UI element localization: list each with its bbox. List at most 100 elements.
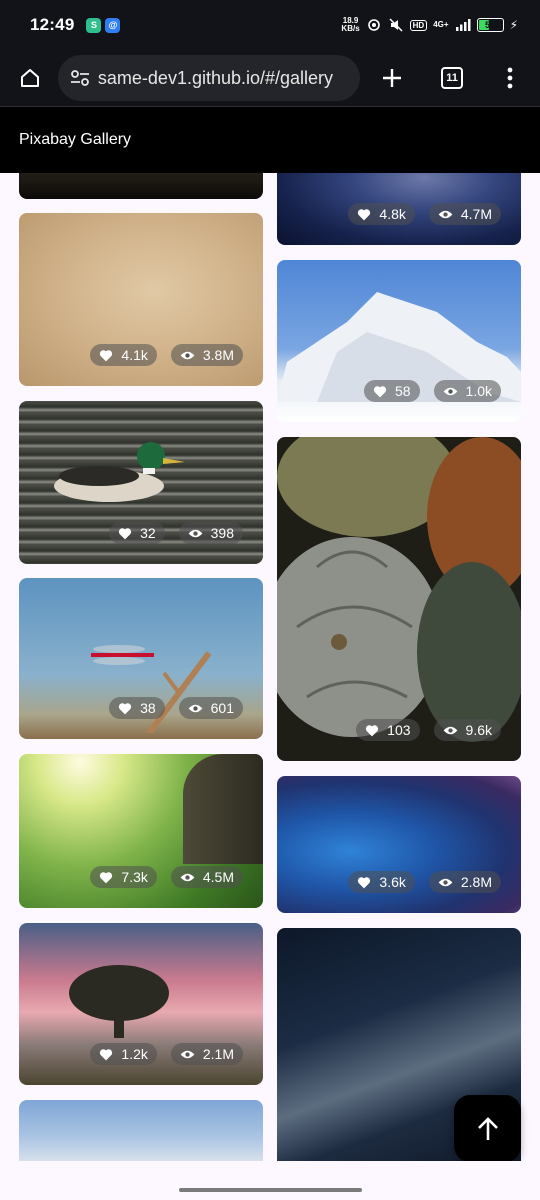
mute-icon (389, 18, 403, 32)
notification-icons: S @ (86, 17, 121, 33)
scroll-to-top-button[interactable] (454, 1095, 521, 1162)
likes-count: 4.1k (121, 347, 148, 363)
views-badge: 4.7M (428, 203, 501, 225)
likes-count: 3.6k (379, 874, 406, 890)
image-stats: 1.2k 2.1M (90, 1043, 243, 1065)
image-stats: 32 398 (109, 522, 243, 544)
system-nav-area (0, 1161, 540, 1200)
more-vert-icon (507, 67, 513, 89)
pumpkins-illustration (277, 437, 521, 742)
heart-icon (118, 702, 132, 714)
gallery-card-mallard-duck[interactable]: 32 398 (19, 401, 263, 564)
gallery-card-starry-sky[interactable]: 4.8k 4.7M (277, 173, 521, 245)
views-count: 4.7M (460, 206, 492, 222)
page-title: Pixabay Gallery (19, 131, 132, 148)
duck-illustration (54, 442, 185, 502)
status-bar: 12:49 S @ 18.9 KB/s HD 4G+ 51 ⚡ (0, 0, 540, 50)
home-button[interactable] (10, 58, 50, 98)
eye-icon (438, 878, 453, 886)
views-badge: 4.5M (170, 866, 243, 888)
image-stats: 7.3k 4.5M (90, 866, 243, 888)
image-stats: 3.6k 2.8M (348, 871, 501, 893)
battery-level: 51 (485, 20, 496, 30)
image-gallery[interactable]: 4.1k 3.8M 32 398 38 601 7.3k 4.5M 1.2k 2… (0, 173, 540, 1161)
app-notification-icon: S (86, 17, 102, 33)
likes-count: 38 (140, 700, 156, 716)
tab-switcher-button[interactable]: 11 (432, 58, 472, 98)
gallery-card-snowy-trees[interactable]: 58 1.0k (277, 260, 521, 422)
image-stats: 38 601 (109, 697, 243, 719)
tree-illustration (69, 965, 169, 1038)
hotspot-icon (367, 19, 380, 31)
views-badge: 9.6k (433, 719, 501, 741)
views-badge: 3.8M (170, 344, 243, 366)
views-count: 398 (210, 525, 234, 541)
heart-icon (100, 349, 113, 361)
photo (19, 173, 263, 199)
address-bar[interactable]: same-dev1.github.io/#/gallery (57, 55, 361, 101)
views-badge: 601 (178, 697, 243, 719)
hd-badge: HD (409, 19, 428, 31)
likes-count: 103 (387, 722, 411, 738)
signal-icon (455, 19, 471, 31)
heart-icon (100, 871, 113, 883)
heart-icon (373, 385, 387, 397)
image-stats: 4.1k 3.8M (90, 344, 243, 366)
arrow-up-icon (477, 1116, 498, 1140)
likes-count: 4.8k (379, 206, 406, 222)
chat-notification-icon: @ (105, 17, 121, 33)
likes-badge: 3.6k (348, 871, 415, 893)
views-badge: 398 (178, 522, 243, 544)
views-count: 601 (210, 700, 234, 716)
heart-icon (358, 876, 371, 888)
battery-icon: 51 (476, 18, 504, 32)
views-count: 4.5M (202, 869, 234, 885)
plus-icon (383, 69, 402, 87)
heart-icon (358, 208, 371, 220)
gallery-card-parchment-texture[interactable]: 4.1k 3.8M (19, 213, 263, 386)
photo (19, 1100, 263, 1161)
eye-icon (180, 351, 195, 359)
likes-badge: 1.2k (90, 1043, 157, 1065)
image-stats: 103 9.6k (356, 719, 501, 741)
likes-badge: 4.1k (90, 344, 157, 366)
views-count: 9.6k (465, 722, 492, 738)
views-count: 2.1M (202, 1046, 234, 1062)
tab-count: 11 (441, 67, 464, 89)
browser-menu-button[interactable] (490, 58, 530, 98)
gallery-card-sunny-meadow[interactable]: 7.3k 4.5M (19, 754, 263, 908)
status-time: 12:49 (30, 15, 75, 34)
likes-count: 32 (140, 525, 156, 541)
gallery-card-winter-landscape[interactable] (19, 1100, 263, 1161)
gallery-card-lone-tree-sunset[interactable]: 1.2k 2.1M (19, 923, 263, 1085)
views-count: 2.8M (460, 874, 492, 890)
heart-icon (118, 527, 132, 539)
gallery-card-dark-landscape[interactable] (19, 173, 263, 199)
charging-icon: ⚡ (509, 18, 518, 32)
views-count: 3.8M (202, 347, 234, 363)
gesture-handle[interactable] (179, 1188, 362, 1192)
eye-icon (443, 387, 457, 395)
gallery-card-red-dragonfly[interactable]: 38 601 (19, 578, 263, 739)
url-text: same-dev1.github.io/#/gallery (97, 67, 334, 88)
heart-icon (366, 724, 379, 736)
eye-icon (180, 1050, 195, 1058)
home-icon (20, 69, 39, 87)
network-speed: 18.9 KB/s (341, 16, 360, 33)
likes-badge: 4.8k (348, 203, 415, 225)
eye-icon (188, 704, 203, 712)
tree-trunk (183, 754, 263, 864)
eye-icon (188, 529, 203, 537)
likes-badge: 38 (109, 697, 165, 719)
gallery-card-pumpkins[interactable]: 103 9.6k (277, 437, 521, 761)
likes-badge: 32 (109, 522, 165, 544)
system-indicators: 18.9 KB/s HD 4G+ 51 ⚡ (341, 17, 518, 33)
gallery-card-storm-clouds[interactable]: 3.6k 2.8M (277, 776, 521, 913)
views-badge: 1.0k (433, 380, 501, 402)
views-badge: 2.8M (428, 871, 501, 893)
new-tab-button[interactable] (372, 58, 412, 98)
app-bar: Pixabay Gallery (0, 107, 540, 173)
eye-icon (443, 726, 457, 734)
likes-badge: 103 (356, 719, 420, 741)
tune-icon[interactable] (70, 69, 90, 87)
